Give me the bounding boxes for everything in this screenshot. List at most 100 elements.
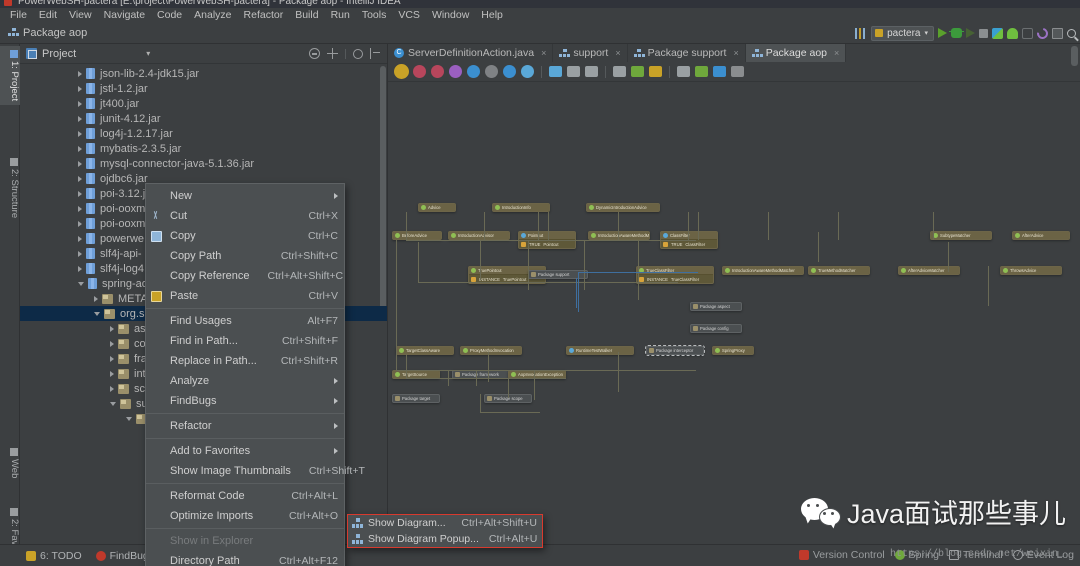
toggle-bookmarks-icon[interactable] [854,27,867,40]
chevron-down-icon[interactable] [78,281,84,286]
menu-file[interactable]: File [4,8,33,22]
menu-view[interactable]: View [63,8,98,22]
chevron-right-icon[interactable] [78,145,82,152]
context-menu-item[interactable]: Analyze [146,371,344,391]
hide-panel-icon[interactable] [370,48,381,59]
diagrams-submenu[interactable]: Show Diagram... Ctrl+Alt+Shift+U Show Diag… [347,514,543,548]
status-bar-item[interactable]: 6: TODO [26,550,82,562]
chevron-down-icon[interactable] [126,416,132,421]
diagram-class-node[interactable]: AfterAdviceMatcher [898,266,960,275]
run-configuration-selector[interactable]: pactera ▾ [871,25,934,41]
chevron-right-icon[interactable] [78,235,82,242]
diagram-class-node[interactable]: AfterAdvice [1012,231,1070,240]
context-menu-item[interactable]: Reformat Code Ctrl+Alt+L [146,486,344,506]
diagram-class-node[interactable]: IntroductionInfo [492,203,550,212]
highlight-icon[interactable] [521,65,534,78]
menu-refactor[interactable]: Refactor [238,8,290,22]
editor-scrollbar[interactable] [1071,46,1078,66]
chevron-right-icon[interactable] [78,160,82,167]
undo-icon[interactable] [1034,25,1051,41]
status-bar-item[interactable]: Spring [894,549,939,561]
zoom-out-icon[interactable] [585,66,598,77]
run-icon[interactable] [938,28,947,38]
tree-row[interactable]: log4j-1.2.17.jar [20,126,387,141]
vcs-changes-icon[interactable] [1022,27,1033,39]
tree-row[interactable]: mybatis-2.3.5.jar [20,141,387,156]
diagram-class-node[interactable]: ThrowsAdvice [1000,266,1062,275]
menu-navigate[interactable]: Navigate [98,8,151,22]
context-menu-item[interactable]: Refactor [146,416,344,436]
close-icon[interactable]: × [733,48,738,58]
tree-row[interactable]: mysql-connector-java-5.1.36.jar [20,156,387,171]
layout-icon[interactable] [649,66,662,77]
search-everywhere-icon[interactable] [1067,28,1076,38]
diagram-class-node[interactable]: IntroductionAdvisor [448,231,510,240]
menu-analyze[interactable]: Analyze [188,8,237,22]
diagram-class-node[interactable]: Advice [418,203,456,212]
vcs-update-icon[interactable] [992,27,1003,39]
chevron-right-icon[interactable] [110,340,114,347]
tool-window-structure[interactable]: 2: Structure [0,154,20,222]
show-fields-icon[interactable] [395,65,408,78]
editor-tab[interactable]: Package support × [628,44,746,62]
diagram-class-node[interactable]: TargetClassAware [396,346,454,355]
menu-help[interactable]: Help [475,8,509,22]
chevron-right-icon[interactable] [78,85,82,92]
chevron-right-icon[interactable] [78,130,82,137]
show-constructors-icon[interactable] [413,65,426,78]
show-properties-icon[interactable] [449,65,462,78]
chevron-right-icon[interactable] [78,100,82,107]
chevron-right-icon[interactable] [78,205,82,212]
diagram-class-node[interactable]: SpringProxy [712,346,754,355]
tree-row[interactable]: json-lib-2.4-jdk15.jar [20,66,387,81]
context-menu-item[interactable]: Directory Path Ctrl+Alt+F12 [146,551,344,566]
chevron-right-icon[interactable] [78,220,82,227]
context-menu-item[interactable]: Optimize Imports Ctrl+Alt+O [146,506,344,526]
diagram-package-node[interactable]: Package target [392,394,440,403]
context-menu-item[interactable]: Add to Favorites [146,441,344,461]
diagram-class-node[interactable]: TrueMethodMatcher [808,266,870,275]
context-menu-item[interactable]: New [146,186,344,206]
chevron-right-icon[interactable] [110,370,114,377]
context-menu-item[interactable]: Replace in Path... Ctrl+Shift+R [146,351,344,371]
chevron-right-icon[interactable] [110,355,114,362]
context-menu-item[interactable]: Find in Path... Ctrl+Shift+F [146,331,344,351]
editor-tab[interactable]: Package aop × [745,44,847,62]
close-icon[interactable]: × [615,48,620,58]
tree-row[interactable]: jstl-1.2.jar [20,81,387,96]
editor-tab[interactable]: C ServerDefinitionAction.java × [388,44,554,62]
tool-window-project[interactable]: 1: Project [0,46,20,106]
context-menu-item[interactable]: Copy Path Ctrl+Shift+C [146,246,344,266]
editor-tab[interactable]: support × [553,44,628,62]
diagram-class-node[interactable]: ProxyMethodInvocation [460,346,522,355]
menu-edit[interactable]: Edit [33,8,63,22]
tree-row[interactable]: junit-4.12.jar [20,111,387,126]
chevron-right-icon[interactable] [78,70,82,77]
status-bar-item[interactable]: Terminal [949,549,1003,561]
zoom-in-icon[interactable] [567,66,580,77]
actual-size-icon[interactable] [613,66,626,77]
chevron-down-icon[interactable] [94,311,100,316]
tree-row[interactable]: jt400.jar [20,96,387,111]
chevron-right-icon[interactable] [78,250,82,257]
menu-code[interactable]: Code [151,8,188,22]
collapse-all-icon[interactable] [309,48,320,59]
settings-gear-icon[interactable] [353,48,363,59]
stop-icon[interactable] [979,28,988,38]
expand-all-icon[interactable] [327,48,338,59]
window-icon[interactable] [1052,27,1063,39]
context-menu-item[interactable]: Copy Reference Ctrl+Alt+Shift+C [146,266,344,286]
save-icon[interactable] [695,66,708,77]
tool-window-web[interactable]: Web [0,444,20,482]
edit-icon[interactable] [549,66,562,77]
chevron-right-icon[interactable] [78,265,82,272]
chevron-right-icon[interactable] [110,325,114,332]
run-coverage-icon[interactable] [966,28,975,38]
filter-icon[interactable] [503,65,516,78]
close-icon[interactable]: × [834,48,839,58]
status-bar-item[interactable]: Version Control [798,549,885,561]
diagram-package-node[interactable]: Package config [690,324,742,333]
diagram-class-node[interactable]: IntroductionAwareMethodMatcher [588,231,650,240]
chevron-down-icon[interactable]: ▾ [146,49,150,58]
context-menu-item[interactable]: Paste Ctrl+V [146,286,344,306]
